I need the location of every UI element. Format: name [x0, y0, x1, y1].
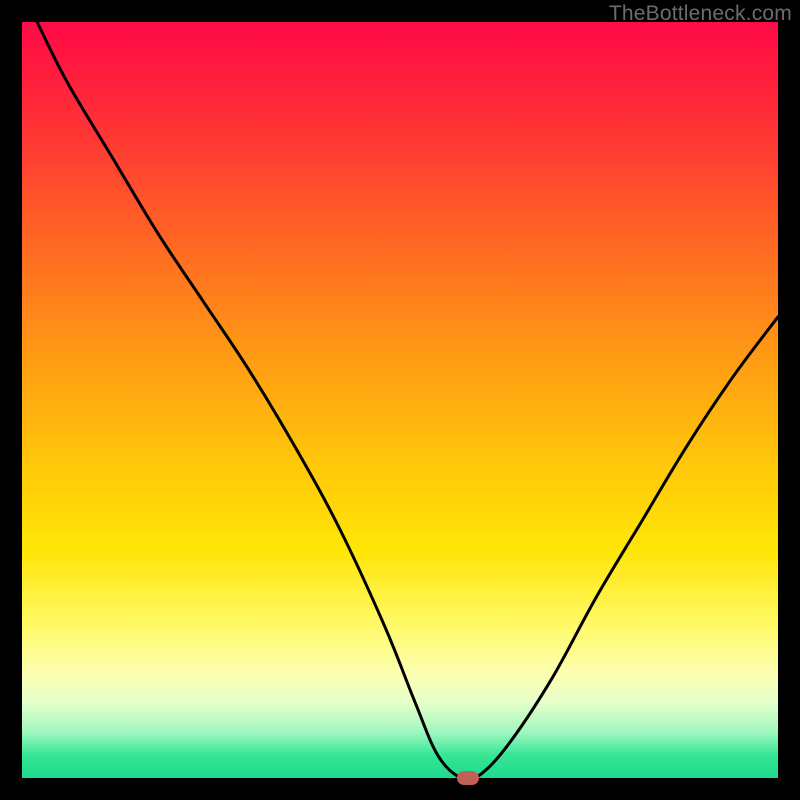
optimal-point-marker — [457, 771, 479, 785]
chart-plot-area — [22, 22, 778, 778]
bottleneck-curve — [22, 22, 778, 778]
watermark-text: TheBottleneck.com — [609, 2, 792, 26]
chart-frame: TheBottleneck.com — [0, 0, 800, 800]
